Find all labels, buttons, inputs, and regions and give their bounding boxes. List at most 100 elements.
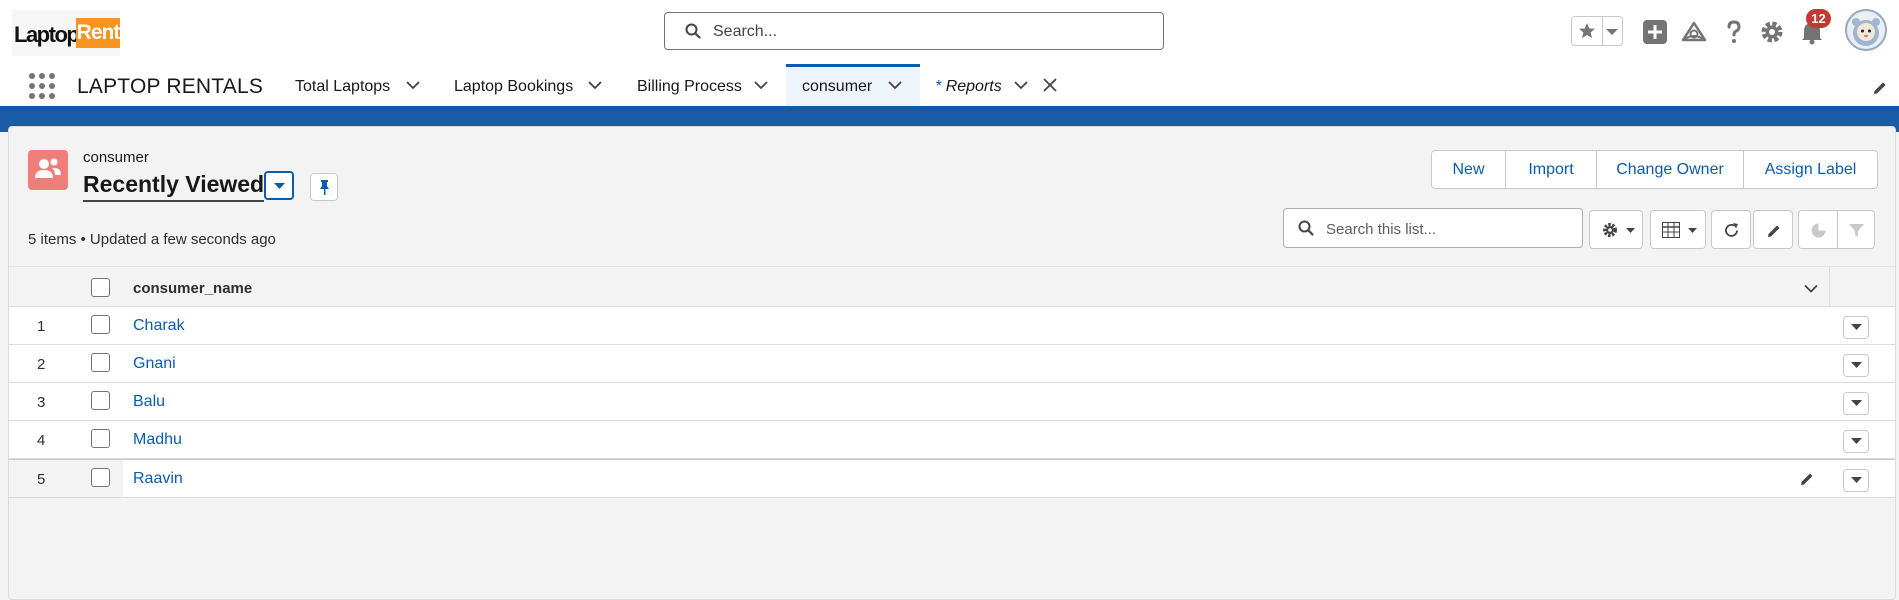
tab-laptop-bookings[interactable]: Laptop Bookings — [440, 64, 610, 106]
global-search-input[interactable] — [711, 19, 1145, 45]
notification-count-badge: 12 — [1806, 9, 1831, 28]
record-link[interactable]: Madhu — [133, 431, 182, 449]
chevron-down-icon — [1851, 400, 1862, 406]
assign-label-button[interactable]: Assign Label — [1744, 151, 1877, 188]
table-header: consumer_name — [9, 266, 1895, 307]
chevron-down-icon — [1851, 324, 1862, 330]
chevron-down-icon[interactable] — [588, 80, 602, 90]
user-avatar[interactable] — [1845, 9, 1887, 51]
star-icon[interactable] — [1572, 17, 1603, 45]
chevron-down-icon — [1688, 228, 1697, 233]
list-view-picker-button[interactable] — [264, 171, 294, 200]
list-search-box[interactable] — [1283, 208, 1583, 248]
chevron-down-icon[interactable] — [1014, 80, 1028, 90]
chevron-down-icon — [1851, 477, 1862, 483]
table-row[interactable]: 1 Charak — [9, 307, 1895, 345]
chevron-down-icon[interactable] — [1804, 284, 1818, 293]
select-all-checkbox[interactable] — [91, 278, 110, 297]
object-name: consumer — [83, 149, 149, 166]
chevron-down-icon[interactable] — [754, 80, 768, 90]
chevron-down-icon[interactable] — [406, 80, 420, 90]
row-checkbox[interactable] — [91, 315, 110, 334]
pin-icon — [320, 180, 329, 195]
app-launcher-icon[interactable] — [29, 73, 55, 99]
list-actions-group: New Import Change Owner Assign Label — [1431, 150, 1878, 189]
edit-nav-pencil-icon[interactable] — [1872, 80, 1888, 96]
change-owner-button[interactable]: Change Owner — [1597, 151, 1744, 188]
record-link[interactable]: Balu — [133, 393, 165, 411]
chart-icon[interactable] — [1810, 222, 1827, 239]
tab-consumer[interactable]: consumer — [786, 64, 920, 106]
import-button[interactable]: Import — [1506, 151, 1597, 188]
chevron-down-icon — [1851, 362, 1862, 368]
tab-label-text: Reports — [945, 78, 1002, 95]
row-checkbox[interactable] — [91, 468, 110, 487]
app-name: LAPTOP RENTALS — [77, 75, 264, 98]
chart-filter-group — [1798, 210, 1875, 249]
display-as-table-button[interactable] — [1650, 210, 1706, 249]
row-actions-button[interactable] — [1843, 354, 1869, 377]
pencil-icon — [1768, 225, 1780, 237]
app-logo[interactable]: Laptop Rent — [12, 10, 120, 56]
global-search-box[interactable] — [664, 12, 1164, 50]
edit-list-button[interactable] — [1753, 210, 1793, 249]
row-number: 5 — [37, 471, 46, 488]
row-checkbox[interactable] — [91, 391, 110, 410]
logo-text-rent: Rent — [76, 18, 120, 48]
search-icon — [685, 23, 701, 39]
filter-icon[interactable] — [1848, 222, 1865, 239]
search-icon — [1298, 220, 1314, 236]
list-view-name[interactable]: Recently Viewed — [83, 171, 265, 202]
favorites-button[interactable] — [1571, 16, 1623, 46]
row-actions-button[interactable] — [1843, 469, 1869, 492]
inline-edit-pencil-icon[interactable] — [1799, 471, 1815, 487]
list-view-controls-button[interactable] — [1589, 210, 1643, 249]
list-search-input[interactable] — [1324, 217, 1568, 241]
unsaved-marker: * — [935, 78, 942, 95]
pin-list-view-button[interactable] — [310, 173, 338, 201]
table-row[interactable]: 2 Gnani — [9, 345, 1895, 383]
row-actions-button[interactable] — [1843, 392, 1869, 415]
refresh-button[interactable] — [1711, 210, 1751, 249]
table-row[interactable]: 3 Balu — [9, 383, 1895, 421]
row-checkbox[interactable] — [91, 353, 110, 372]
global-add-icon[interactable] — [1641, 18, 1669, 46]
record-link[interactable]: Raavin — [133, 470, 183, 488]
row-actions-button[interactable] — [1843, 316, 1869, 339]
chevron-down-icon[interactable] — [888, 80, 902, 90]
refresh-icon — [1725, 223, 1738, 237]
tab-total-laptops[interactable]: Total Laptops — [280, 64, 430, 106]
row-checkbox[interactable] — [91, 429, 110, 448]
close-icon[interactable] — [1043, 78, 1057, 92]
logo-text-laptop: Laptop — [14, 22, 80, 47]
gear-icon — [1603, 223, 1617, 237]
record-link[interactable]: Charak — [133, 317, 185, 335]
chevron-down-icon — [1626, 228, 1635, 233]
row-actions-button[interactable] — [1843, 430, 1869, 453]
tab-billing-process[interactable]: Billing Process — [620, 64, 776, 106]
tab-reports[interactable]: * Reports — [926, 64, 1066, 106]
tab-label: consumer — [802, 78, 873, 95]
row-number: 3 — [37, 394, 46, 411]
gear-icon[interactable] — [1758, 18, 1786, 46]
chevron-down-icon[interactable] — [1605, 28, 1619, 36]
tab-label: * Reports — [935, 78, 1002, 96]
row-number: 4 — [37, 432, 46, 449]
table-row[interactable]: 4 Madhu — [9, 421, 1895, 459]
consumer-object-icon — [28, 150, 68, 190]
navigation-bar: LAPTOP RENTALS Total Laptops Laptop Book… — [0, 64, 1899, 110]
row-number: 1 — [37, 318, 46, 335]
chevron-down-icon — [274, 183, 285, 189]
tab-label: Billing Process — [637, 78, 742, 95]
table-row[interactable]: 5 Raavin — [9, 459, 1895, 498]
list-summary: 5 items • Updated a few seconds ago — [28, 231, 276, 248]
record-link[interactable]: Gnani — [133, 355, 176, 373]
help-icon[interactable] — [1720, 18, 1748, 46]
new-button[interactable]: New — [1432, 151, 1506, 188]
astro-avatar-icon — [1852, 18, 1880, 46]
column-header-consumer-name[interactable]: consumer_name — [133, 280, 252, 297]
tab-label: Laptop Bookings — [454, 78, 574, 95]
global-header: Laptop Rent 12 — [0, 0, 1899, 64]
trailhead-icon[interactable] — [1680, 18, 1708, 46]
tab-label: Total Laptops — [295, 78, 391, 95]
